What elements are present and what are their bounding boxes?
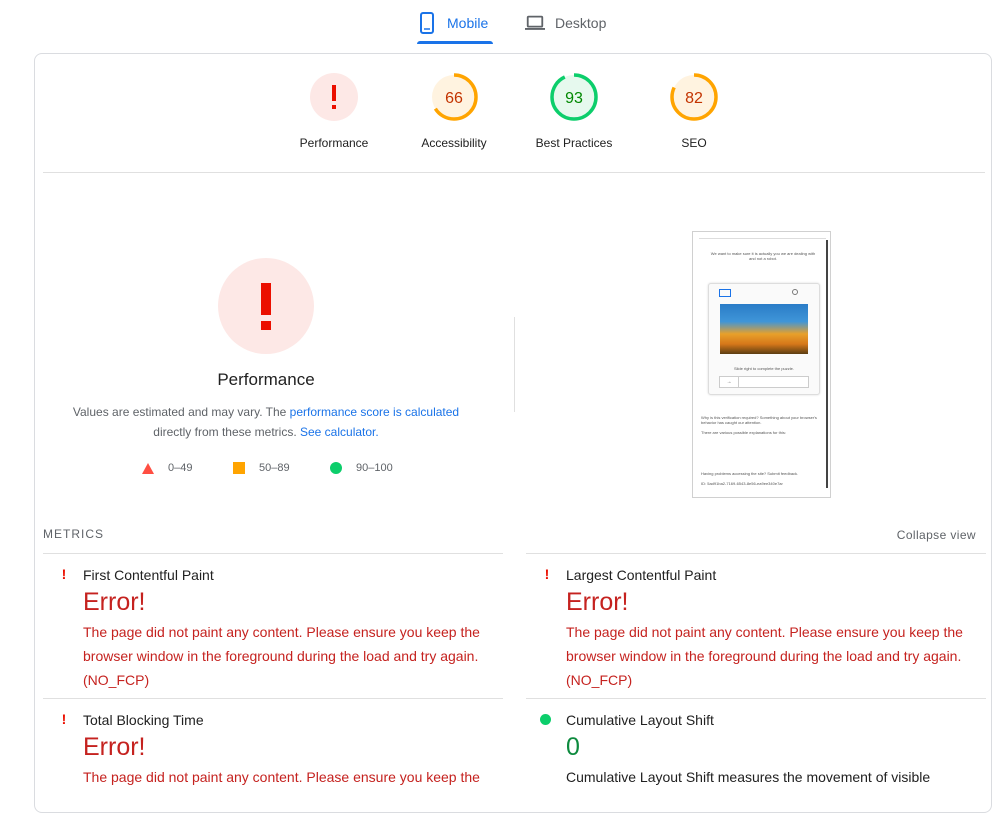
- legend-pass-label: 90–100: [356, 462, 393, 474]
- circle-icon: [330, 462, 342, 474]
- gauge-performance[interactable]: Performance: [274, 72, 394, 150]
- error-mark-icon: !: [61, 711, 67, 727]
- square-icon: [233, 462, 245, 474]
- tab-mobile[interactable]: Mobile: [417, 0, 488, 46]
- score-legend: 0–49 50–89 90–100: [140, 458, 440, 478]
- metric-description: Cumulative Layout Shift measures the mov…: [566, 769, 931, 785]
- performance-score-link[interactable]: performance score is calculated: [290, 405, 459, 419]
- gauge-seo[interactable]: 82 SEO: [634, 72, 754, 150]
- gauge-value: 66: [445, 90, 463, 107]
- error-icon: [218, 258, 314, 354]
- laptop-icon: [525, 12, 545, 34]
- gauge-value: 93: [565, 90, 583, 107]
- phone-icon: [417, 12, 437, 34]
- metric-description: The page did not paint any content. Plea…: [83, 624, 480, 688]
- page-screenshot[interactable]: We want to make sure it is actually you …: [692, 231, 831, 498]
- metric-total-blocking-time: ! Total Blocking Time Error! The page di…: [43, 698, 503, 785]
- gauge-accessibility[interactable]: 66 Accessibility: [394, 72, 514, 150]
- gauge-label: SEO: [681, 136, 707, 150]
- gauge-label: Best Practices: [535, 136, 613, 150]
- metrics-heading: METRICS: [43, 527, 104, 541]
- screenshot-id: ID: 5ad91ba2-7169-6543-8e56-ea9ee340e7ar: [701, 481, 783, 486]
- captcha-widget: Slide right to complete the puzzle. →: [708, 283, 820, 395]
- metric-title: First Contentful Paint: [83, 567, 214, 583]
- error-mark-icon: !: [544, 566, 550, 582]
- refresh-icon: [792, 289, 798, 295]
- tab-desktop[interactable]: Desktop: [525, 0, 606, 46]
- legend-average: 50–89: [233, 458, 290, 478]
- performance-title: Performance: [217, 370, 315, 389]
- performance-error-icon: [310, 73, 358, 121]
- metric-title: Largest Contentful Paint: [566, 567, 717, 583]
- device-tabs: Mobile Desktop: [0, 0, 1008, 46]
- metric-largest-contentful-paint: ! Largest Contentful Paint Error! The pa…: [526, 553, 986, 698]
- gauge-label: Performance: [299, 136, 369, 150]
- screenshot-footer: Having problems accessing the site? Subm…: [701, 471, 799, 476]
- slider-handle: →: [720, 377, 739, 387]
- metric-value: Error!: [566, 588, 629, 616]
- slider-track: →: [719, 376, 809, 388]
- legend-fail-label: 0–49: [168, 462, 193, 474]
- metric-title: Total Blocking Time: [83, 712, 204, 728]
- metric-cumulative-layout-shift: Cumulative Layout Shift 0 Cumulative Lay…: [526, 698, 986, 785]
- performance-description: Values are estimated and may vary. The p…: [66, 402, 466, 442]
- performance-big-gauge: [217, 257, 315, 355]
- active-tab-indicator: [417, 41, 493, 44]
- vertical-divider: [514, 317, 515, 412]
- gauge-label: Accessibility: [421, 136, 487, 150]
- slide-text: Slide right to complete the puzzle.: [733, 366, 795, 371]
- gauge-best-practices[interactable]: 93 Best Practices: [514, 72, 634, 150]
- metric-description: The page did not paint any content. Plea…: [83, 769, 480, 785]
- screenshot-why-text: Why is this verification required? Somet…: [701, 415, 817, 425]
- legend-pass: 90–100: [330, 458, 393, 478]
- screenshot-content: We want to make sure it is actually you …: [699, 238, 826, 494]
- pass-dot-icon: [540, 714, 551, 725]
- screenshot-explanations: There are various possible explanations …: [701, 430, 786, 435]
- flower-photo: [720, 304, 808, 354]
- metric-title: Cumulative Layout Shift: [566, 712, 714, 728]
- divider: [43, 172, 985, 173]
- tab-mobile-label: Mobile: [447, 15, 489, 31]
- collapse-view-button[interactable]: Collapse view: [897, 528, 976, 542]
- error-mark-icon: !: [61, 566, 67, 582]
- legend-average-label: 50–89: [259, 462, 290, 474]
- gauge-value: 82: [685, 90, 703, 107]
- calculator-link[interactable]: See calculator.: [300, 425, 379, 439]
- metric-value: 0: [566, 733, 580, 761]
- desc-prefix: Values are estimated and may vary. The: [72, 405, 290, 419]
- screenshot-text-top: We want to make sure it is actually you …: [710, 251, 816, 261]
- score-gauges: Performance 66 Accessibility 93 Best Pra…: [34, 72, 992, 162]
- metric-description: The page did not paint any content. Plea…: [566, 624, 963, 688]
- captcha-image-tab-icon: [719, 289, 731, 297]
- metric-value: Error!: [83, 588, 146, 616]
- screenshot-scrollbar: [826, 240, 828, 488]
- metric-value: Error!: [83, 733, 146, 761]
- desc-middle: directly from these metrics.: [153, 425, 297, 439]
- metric-first-contentful-paint: ! First Contentful Paint Error! The page…: [43, 553, 503, 698]
- tab-desktop-label: Desktop: [555, 15, 607, 31]
- legend-fail: 0–49: [142, 458, 192, 478]
- triangle-icon: [142, 462, 154, 474]
